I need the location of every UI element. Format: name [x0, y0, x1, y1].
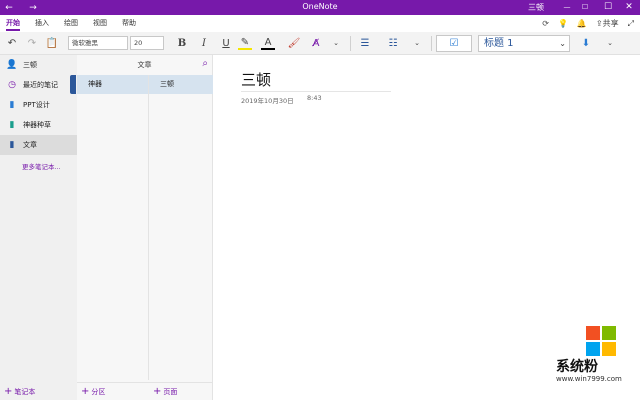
chevron-down-icon[interactable]: ⌄	[407, 39, 427, 47]
sidebar-item-label: 神器种草	[23, 121, 51, 129]
notebook-icon: ▮	[9, 140, 15, 150]
add-page-button[interactable]: + 页面	[153, 386, 177, 397]
clock-icon: ◷	[8, 80, 16, 90]
format-painter-icon[interactable]: 🖌	[284, 38, 304, 49]
plus-icon: +	[81, 386, 90, 397]
maximize-button[interactable]: ☐	[574, 0, 596, 15]
bell-icon[interactable]: 🔔	[577, 19, 587, 28]
tab-view[interactable]: 视图	[93, 15, 107, 32]
sidebar-item-recent[interactable]: ◷ 最近的笔记	[0, 75, 77, 95]
font-color-icon[interactable]: A	[261, 37, 275, 50]
watermark-url: www.win7999.com	[556, 375, 622, 383]
sidebar-item-article[interactable]: ▮ 文章	[0, 135, 77, 155]
minimize-button[interactable]: —	[560, 0, 574, 15]
page-date: 2019年10月30日	[241, 97, 294, 105]
sidebar-item-label: PPT设计	[23, 101, 50, 109]
page-list: 三顿	[149, 75, 213, 380]
redo-icon[interactable]: ↷	[22, 38, 42, 49]
forward-arrow-icon[interactable]: →	[26, 3, 40, 13]
section-list: 神器	[77, 75, 149, 380]
plus-icon: +	[4, 386, 13, 397]
page-canvas[interactable]: 三顿 2019年10月30日 8:43	[214, 55, 640, 400]
more-notebooks-link[interactable]: 更多笔记本...	[0, 161, 77, 171]
logo-tile	[602, 326, 616, 340]
app-title: OneNote	[302, 2, 338, 11]
underline-button[interactable]: U	[216, 38, 236, 49]
person-icon: 👤	[6, 60, 18, 70]
todo-checkbox-icon[interactable]: ☑	[436, 34, 472, 52]
chevron-down-icon: ⌄	[559, 38, 566, 48]
logo-tile	[602, 342, 616, 356]
sidebar-item-shenqi[interactable]: ▮ 神器种草	[0, 115, 77, 135]
account-item[interactable]: 👤 三顿	[0, 55, 77, 75]
sections-header: 文章 ⌕	[77, 55, 212, 75]
add-notebook-label: 笔记本	[14, 388, 36, 396]
numbered-list-icon[interactable]: ☷	[383, 38, 403, 49]
page-item[interactable]: 三顿	[149, 75, 213, 94]
clear-format-icon[interactable]: A̸	[306, 38, 326, 49]
logo-tile	[586, 342, 600, 356]
search-icon[interactable]: ⌕	[202, 58, 208, 69]
tab-help[interactable]: 帮助	[122, 15, 136, 32]
logo-tile	[586, 326, 600, 340]
add-section-button[interactable]: + 分区	[81, 386, 105, 397]
notebook-title: 文章	[137, 61, 152, 69]
style-dropdown[interactable]: 标题 1 ⌄	[478, 34, 570, 52]
plus-icon: +	[153, 386, 162, 397]
share-label: 共享	[602, 19, 619, 28]
italic-button[interactable]: I	[194, 38, 214, 49]
section-color-tab	[70, 75, 76, 94]
restore-button[interactable]: ☐	[598, 0, 618, 15]
expand-icon[interactable]: ⤢	[628, 19, 634, 29]
add-page-label: 页面	[163, 388, 178, 396]
highlight-icon[interactable]: ✎	[238, 37, 252, 50]
tab-insert[interactable]: 插入	[35, 15, 49, 32]
watermark-text: 系统粉	[556, 359, 598, 375]
chevron-down-icon[interactable]: ⌄	[600, 39, 620, 47]
share-button[interactable]: ⇪共享	[596, 18, 619, 29]
divider	[431, 35, 432, 51]
tag-icon[interactable]: ⬇	[576, 38, 596, 49]
menu-bar: 开始 插入 绘图 视图 帮助 ⟳ 💡 🔔 ⇪共享 ⤢	[0, 15, 640, 32]
tab-home[interactable]: 开始	[6, 15, 20, 32]
divider	[77, 382, 212, 383]
sidebar-item-label: 文章	[23, 141, 37, 149]
title-underline	[241, 91, 391, 92]
share-icon: ⇪	[595, 19, 603, 28]
lightbulb-icon[interactable]: 💡	[558, 19, 568, 28]
undo-icon[interactable]: ↶	[2, 38, 22, 49]
page-time: 8:43	[307, 94, 322, 102]
sections-pages-pane: 文章 ⌕ 神器 三顿 + 分区 + 页面	[77, 55, 213, 400]
account-name[interactable]: 三顿	[528, 2, 544, 13]
add-section-label: 分区	[91, 388, 106, 396]
font-size-box[interactable]: 20	[130, 36, 164, 50]
clipboard-icon[interactable]: 📋	[42, 38, 62, 49]
bold-button[interactable]: B	[172, 38, 192, 49]
ribbon-toolbar: ↶ ↷ 📋 微软雅黑 20 B I U ✎ A 🖌 A̸ ⌄ ☰ ☷ ⌄ ☑ 标…	[0, 32, 640, 55]
watermark: 系统粉 www.win7999.com	[556, 326, 640, 386]
menu-right-actions: ⟳ 💡 🔔 ⇪共享 ⤢	[542, 15, 634, 32]
chevron-down-icon[interactable]: ⌄	[326, 39, 346, 47]
sidebar-item-label: 最近的笔记	[23, 81, 58, 89]
sync-icon[interactable]: ⟳	[542, 19, 549, 28]
font-name-box[interactable]: 微软雅黑	[68, 36, 128, 50]
divider	[350, 35, 351, 51]
page-title[interactable]: 三顿	[241, 69, 271, 90]
bullet-list-icon[interactable]: ☰	[355, 38, 375, 49]
section-item[interactable]: 神器	[77, 75, 148, 94]
sidebar-item-ppt[interactable]: ▮ PPT设计	[0, 95, 77, 115]
title-bar: ← → OneNote 三顿 — ☐ ☐ ✕	[0, 0, 640, 15]
account-label: 三顿	[23, 61, 37, 69]
style-label: 标题 1	[484, 37, 514, 49]
add-notebook-button[interactable]: + 笔记本	[4, 386, 35, 397]
close-button[interactable]: ✕	[618, 0, 640, 15]
notebook-pane: 👤 三顿 ◷ 最近的笔记 ▮ PPT设计 ▮ 神器种草 ▮ 文章 更多笔记本..…	[0, 55, 77, 400]
tab-draw[interactable]: 绘图	[64, 15, 78, 32]
windows-logo-icon	[586, 326, 616, 356]
notebook-icon: ▮	[9, 100, 15, 110]
notebook-icon: ▮	[9, 120, 15, 130]
back-arrow-icon[interactable]: ←	[2, 3, 16, 13]
